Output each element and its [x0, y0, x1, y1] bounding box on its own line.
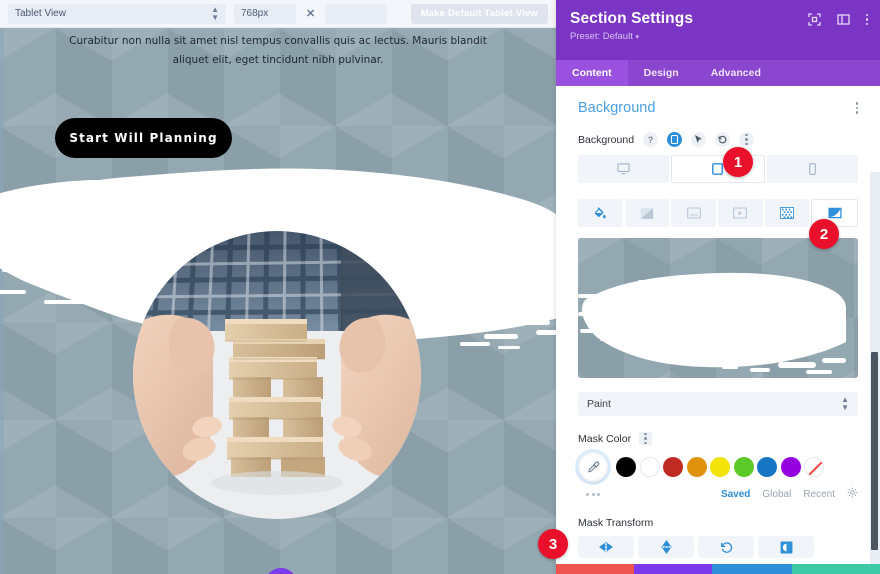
tab-content[interactable]: Content	[556, 60, 628, 86]
panel-tab-bar: Content Design Advanced	[556, 60, 880, 86]
bg-type-color[interactable]	[578, 199, 623, 227]
panel-layout-icon[interactable]	[836, 13, 850, 26]
tab-design[interactable]: Design	[628, 60, 695, 86]
panel-header: Section Settings Preset: Default ▾	[556, 0, 880, 60]
kebab-menu-icon[interactable]	[639, 432, 653, 445]
view-mode-value: Tablet View	[15, 8, 66, 19]
device-tab-phone[interactable]	[766, 155, 858, 183]
app-root: Tablet View ▲ ▼ 768px ✕ Make Default Tabl…	[0, 0, 880, 574]
eyedropper-icon[interactable]	[578, 452, 608, 482]
link-saved[interactable]: Saved	[721, 489, 750, 500]
swatch-transparent[interactable]	[804, 457, 824, 477]
mask-transform-label: Mask Transform	[578, 517, 654, 529]
panel-scrollbar-thumb[interactable]	[871, 352, 878, 550]
kebab-menu-icon[interactable]	[855, 102, 858, 114]
bottom-bar-segment-blue[interactable]	[712, 564, 792, 574]
panel-header-actions	[807, 13, 868, 26]
mask-style-select[interactable]: Paint ▲ ▼	[578, 392, 858, 416]
invert-icon[interactable]	[758, 536, 814, 558]
mask-style-value: Paint	[587, 398, 611, 410]
preset-selector[interactable]: Preset: Default ▾	[570, 31, 866, 42]
bg-type-video[interactable]	[718, 199, 763, 227]
viewport-height-input[interactable]	[325, 3, 388, 24]
bg-type-image[interactable]	[671, 199, 717, 227]
make-default-tablet-view-button[interactable]: Make Default Tablet View	[410, 3, 548, 24]
background-field-label: Background	[578, 133, 635, 146]
bottom-bar-segment-purple[interactable]	[634, 564, 712, 574]
panel-bottom-action-bar	[556, 564, 880, 574]
updown-spinner-icon: ▲ ▼	[211, 4, 219, 22]
panel-scrollbar-track[interactable]	[870, 172, 880, 574]
updown-spinner-icon: ▲ ▼	[841, 395, 849, 412]
hero-paragraph: Curabitur non nulla sit amet nisl tempus…	[69, 35, 487, 67]
tablet-responsive-icon[interactable]	[667, 132, 683, 147]
viewport-width-value: 768px	[241, 8, 269, 19]
help-icon[interactable]: ?	[643, 132, 659, 147]
kebab-menu-icon[interactable]	[739, 132, 755, 147]
step-badge-3: 3	[538, 529, 568, 559]
reset-undo-icon[interactable]	[715, 132, 731, 147]
bottom-bar-segment-red[interactable]	[556, 564, 634, 574]
kebab-menu-icon[interactable]	[865, 13, 868, 26]
gear-icon[interactable]	[847, 487, 858, 501]
panel-body: Background Background ? Paint ▲ ▼ Mask C…	[556, 86, 880, 574]
rotate-icon[interactable]	[698, 536, 754, 558]
mask-color-label-row: Mask Color	[578, 432, 858, 445]
mask-color-label: Mask Color	[578, 432, 632, 445]
page-canvas: Tablet View ▲ ▼ 768px ✕ Make Default Tabl…	[0, 0, 556, 574]
background-section-title[interactable]: Background	[578, 100, 655, 116]
step-badge-2: 2	[809, 219, 839, 249]
flip-vertical-icon[interactable]	[638, 536, 694, 558]
background-field-row: Background ?	[578, 132, 858, 147]
step-badge-1: 1	[723, 147, 753, 177]
swatch-blue[interactable]	[757, 457, 777, 477]
color-source-links: Saved Global Recent	[721, 487, 858, 501]
section-settings-panel: Section Settings Preset: Default ▾ Conte…	[556, 0, 880, 574]
swatch-black[interactable]	[616, 457, 636, 477]
swatch-green[interactable]	[733, 457, 754, 477]
flip-horizontal-icon[interactable]	[578, 536, 634, 558]
swatch-dark-red[interactable]	[663, 457, 683, 477]
viewport-width-input[interactable]: 768px	[234, 3, 296, 24]
viewport-toolbar: Tablet View ▲ ▼ 768px ✕ Make Default Tabl…	[0, 0, 556, 28]
link-global[interactable]: Global	[762, 489, 791, 500]
tab-advanced[interactable]: Advanced	[695, 60, 777, 86]
swatch-purple[interactable]	[780, 457, 801, 477]
more-options-fab[interactable]	[265, 568, 297, 574]
device-tab-group	[578, 155, 858, 183]
focus-target-icon[interactable]	[807, 13, 821, 26]
cursor-hover-icon[interactable]	[691, 132, 707, 147]
canvas-background: Curabitur non nulla sit amet nisl tempus…	[0, 28, 556, 574]
view-mode-select[interactable]: Tablet View ▲ ▼	[8, 3, 226, 24]
bg-type-gradient[interactable]	[624, 199, 670, 227]
preset-label: Preset: Default	[570, 31, 633, 42]
mask-transform-button-group	[578, 536, 858, 558]
chevron-down-icon: ▾	[635, 34, 639, 41]
bottom-bar-segment-teal[interactable]	[792, 564, 880, 574]
swatch-meta-row: Saved Global Recent	[578, 487, 858, 501]
mask-color-swatch-row	[578, 452, 858, 482]
background-section-header: Background	[578, 100, 858, 116]
link-recent[interactable]: Recent	[803, 489, 835, 500]
swatch-orange[interactable]	[686, 457, 707, 477]
close-icon[interactable]: ✕	[304, 7, 317, 20]
hands-holding-blocks-image	[133, 231, 421, 519]
bg-type-pattern[interactable]	[764, 199, 810, 227]
more-dots-icon[interactable]	[586, 492, 600, 496]
swatch-yellow[interactable]	[710, 457, 730, 477]
device-tab-desktop[interactable]	[578, 155, 670, 183]
swatch-white[interactable]	[639, 457, 660, 477]
mask-preview[interactable]	[578, 238, 858, 378]
